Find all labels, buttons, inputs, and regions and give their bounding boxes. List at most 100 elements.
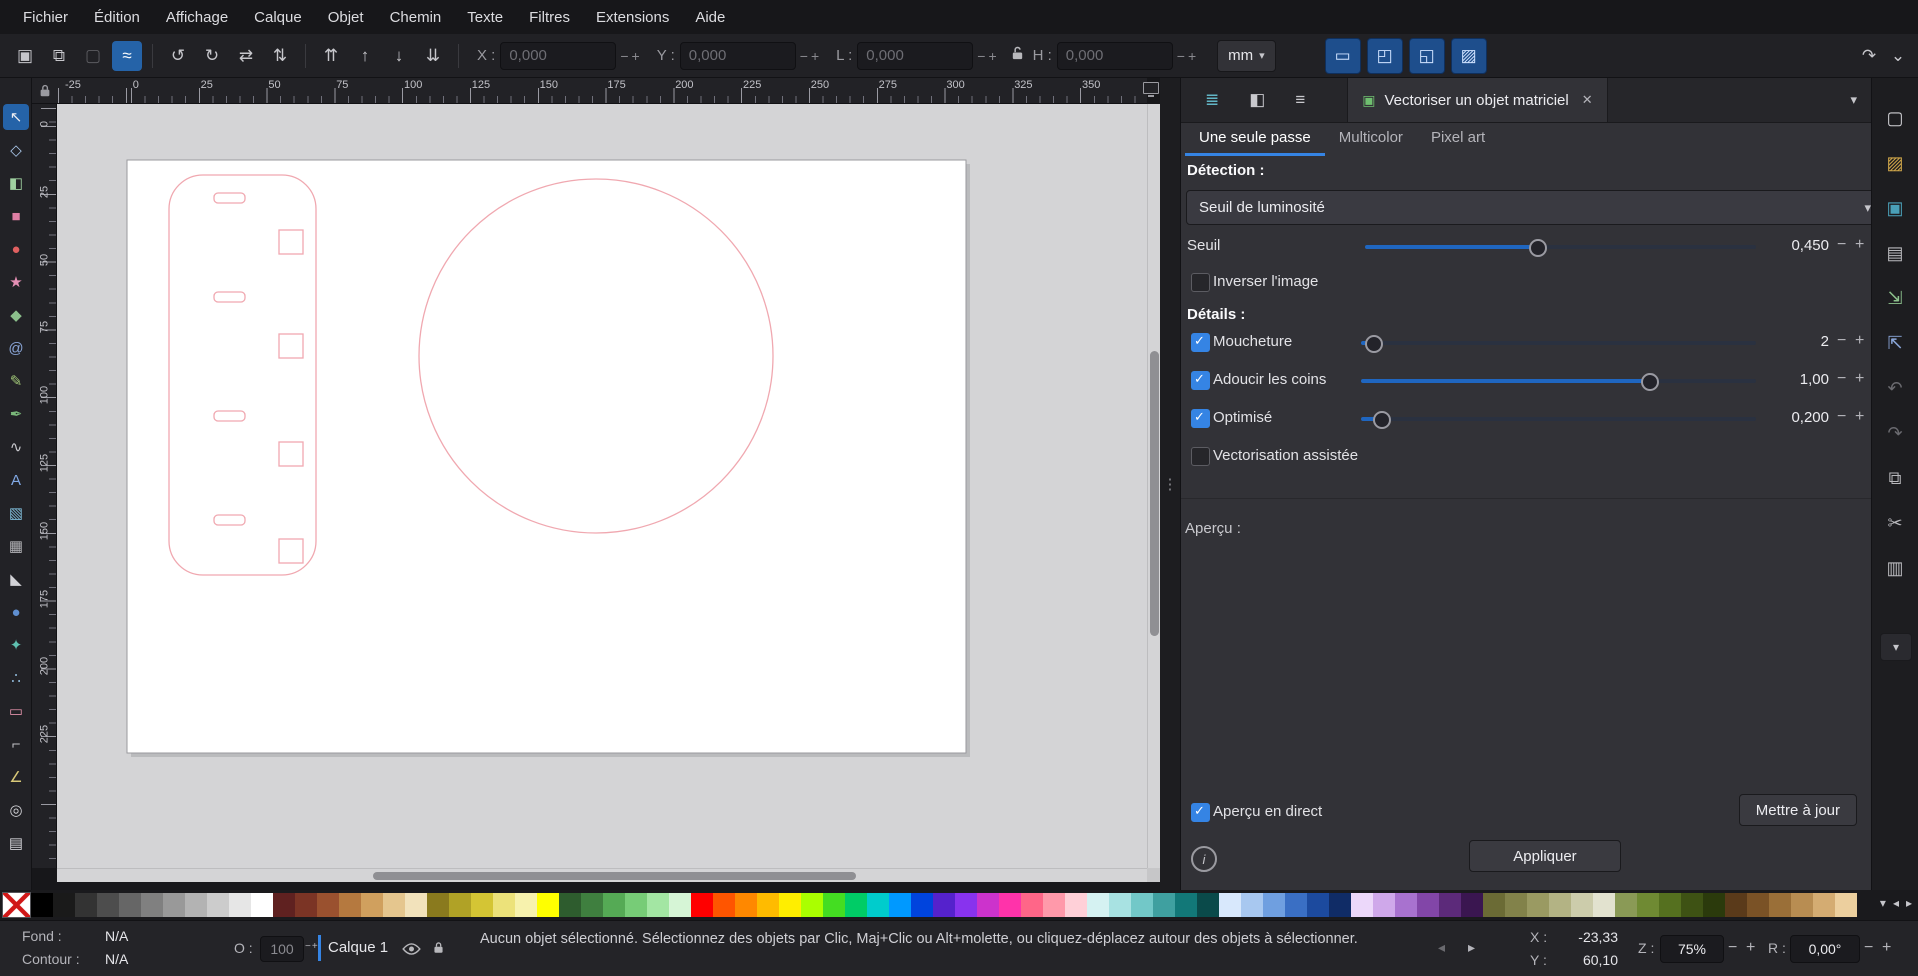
dialog-align-icon[interactable]: ≡	[1295, 90, 1305, 110]
export-button[interactable]: ⇱	[1880, 328, 1910, 358]
color-swatch[interactable]	[185, 893, 207, 917]
menu-calque[interactable]: Calque	[241, 9, 315, 26]
new-document-button[interactable]: ▢	[1880, 103, 1910, 133]
guide-lock-corner[interactable]	[32, 78, 57, 104]
color-swatch[interactable]	[1505, 893, 1527, 917]
color-swatch[interactable]	[1307, 893, 1329, 917]
color-swatch[interactable]	[669, 893, 691, 917]
units-dropdown[interactable]: mm ▾	[1217, 40, 1276, 72]
copy-button[interactable]: ⧉	[1880, 463, 1910, 493]
print-button[interactable]: ▤	[1880, 238, 1910, 268]
color-swatch[interactable]	[1461, 893, 1483, 917]
star-tool[interactable]: ★	[3, 269, 29, 295]
flip-vertical-button[interactable]: ⇅	[265, 41, 295, 71]
color-swatch[interactable]	[1527, 893, 1549, 917]
optimize-checkbox[interactable]	[1191, 409, 1210, 428]
measure-tool[interactable]: ∠	[3, 764, 29, 790]
dock-menu-chevron-icon[interactable]: ▾	[1850, 92, 1857, 108]
layer-lock-icon[interactable]	[432, 940, 445, 960]
opacity-spinner[interactable]: −+	[305, 941, 319, 952]
undo-button[interactable]: ↶	[1880, 373, 1910, 403]
select-all-button[interactable]: ▣	[10, 41, 40, 71]
horizontal-scrollbar-thumb[interactable]	[373, 872, 856, 880]
detection-dropdown[interactable]: Seuil de luminosité ▾	[1186, 190, 1884, 225]
color-swatch[interactable]	[449, 893, 471, 917]
color-swatch[interactable]	[933, 893, 955, 917]
color-swatch[interactable]	[1615, 893, 1637, 917]
y-input[interactable]	[680, 42, 796, 70]
y-spinner[interactable]: −+	[800, 48, 822, 64]
dialog-fill-stroke-icon[interactable]: ◧	[1249, 90, 1265, 110]
color-swatch[interactable]	[405, 893, 427, 917]
color-swatch[interactable]	[1131, 893, 1153, 917]
touch-selection-button[interactable]: ≈	[112, 41, 142, 71]
color-swatch[interactable]	[1373, 893, 1395, 917]
color-swatch[interactable]	[493, 893, 515, 917]
canvas-drawing[interactable]	[57, 104, 1147, 868]
pages-tool[interactable]: ▤	[3, 830, 29, 856]
color-swatch[interactable]	[207, 893, 229, 917]
x-input[interactable]	[500, 42, 616, 70]
tweak-tool[interactable]: ✦	[3, 632, 29, 658]
color-swatch[interactable]	[1659, 893, 1681, 917]
assisted-trace-checkbox[interactable]	[1191, 447, 1210, 466]
color-swatch[interactable]	[339, 893, 361, 917]
next-message-icon[interactable]: ▸	[1468, 939, 1475, 956]
color-swatch[interactable]	[141, 893, 163, 917]
tab-une-seule-passe[interactable]: Une seule passe	[1185, 122, 1325, 156]
color-swatch[interactable]	[1109, 893, 1131, 917]
snapping-options-button[interactable]: ↷	[1854, 41, 1884, 71]
width-input[interactable]	[857, 42, 973, 70]
color-swatch[interactable]	[1219, 893, 1241, 917]
color-swatch[interactable]	[581, 893, 603, 917]
threshold-minus-button[interactable]: −	[1837, 236, 1846, 254]
speckles-minus-button[interactable]: −	[1837, 332, 1846, 350]
deselect-button[interactable]: ▢	[78, 41, 108, 71]
gradient-tool[interactable]: ▧	[3, 500, 29, 526]
speckles-slider-knob[interactable]	[1365, 335, 1383, 353]
lower-button[interactable]: ↓	[384, 41, 414, 71]
palette-menu-chevron-icon[interactable]: ▾	[1880, 896, 1886, 910]
color-swatch[interactable]	[1065, 893, 1087, 917]
redo-button[interactable]: ↷	[1880, 418, 1910, 448]
stroke-value[interactable]: N/A	[105, 951, 128, 967]
paste-button[interactable]: ▥	[1880, 553, 1910, 583]
color-swatch[interactable]	[625, 893, 647, 917]
color-swatch[interactable]	[1175, 893, 1197, 917]
color-swatch[interactable]	[1483, 893, 1505, 917]
apply-button[interactable]: Appliquer	[1469, 840, 1621, 872]
color-swatch[interactable]	[1725, 893, 1747, 917]
lower-to-bottom-button[interactable]: ⇊	[418, 41, 448, 71]
color-swatch[interactable]	[1285, 893, 1307, 917]
color-swatch[interactable]	[75, 893, 97, 917]
color-swatch[interactable]	[977, 893, 999, 917]
color-swatch[interactable]	[647, 893, 669, 917]
info-icon[interactable]: i	[1191, 846, 1217, 872]
connector-tool[interactable]: ⌐	[3, 731, 29, 757]
optimize-slider-knob[interactable]	[1373, 411, 1391, 429]
color-swatch[interactable]	[1747, 893, 1769, 917]
color-swatch[interactable]	[97, 893, 119, 917]
optimize-slider[interactable]	[1361, 417, 1756, 421]
node-editor-tool[interactable]: ◇	[3, 137, 29, 163]
zoom-input[interactable]: 75%	[1660, 935, 1724, 963]
color-swatch[interactable]	[383, 893, 405, 917]
width-spinner[interactable]: −+	[977, 48, 999, 64]
color-swatch[interactable]	[1043, 893, 1065, 917]
x-spinner[interactable]: −+	[620, 48, 642, 64]
speckles-value[interactable]: 2	[1767, 331, 1829, 353]
color-swatch[interactable]	[361, 893, 383, 917]
3d-box-tool[interactable]: ◆	[3, 302, 29, 328]
menu-edition[interactable]: Édition	[81, 9, 153, 26]
color-swatch[interactable]	[845, 893, 867, 917]
speckles-plus-button[interactable]: +	[1855, 332, 1864, 350]
menu-fichier[interactable]: Fichier	[10, 9, 81, 26]
color-swatch[interactable]	[911, 893, 933, 917]
palette-scroll-right-icon[interactable]: ▸	[1906, 896, 1912, 910]
zoom-minus-button[interactable]: −	[1728, 939, 1737, 957]
no-color-swatch[interactable]	[2, 892, 31, 918]
live-preview-checkbox[interactable]	[1191, 803, 1210, 822]
color-swatch[interactable]	[1417, 893, 1439, 917]
color-swatch[interactable]	[515, 893, 537, 917]
color-swatch[interactable]	[779, 893, 801, 917]
